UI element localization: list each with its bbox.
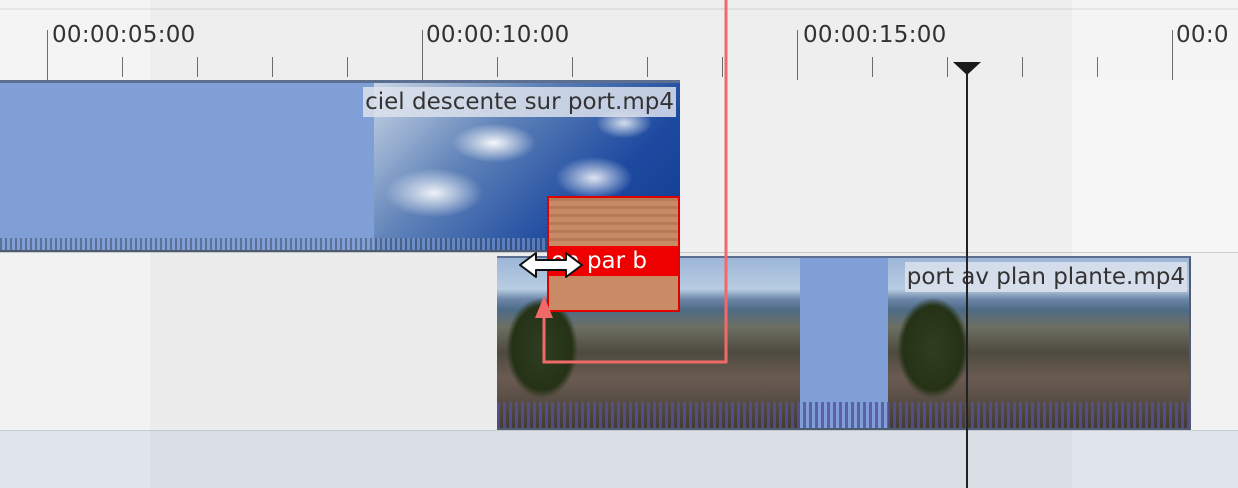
up-arrow-icon [535,296,553,318]
annotation-overlay [535,0,728,364]
double-arrow-horizontal-icon [519,252,583,278]
annotation-path [542,0,728,364]
